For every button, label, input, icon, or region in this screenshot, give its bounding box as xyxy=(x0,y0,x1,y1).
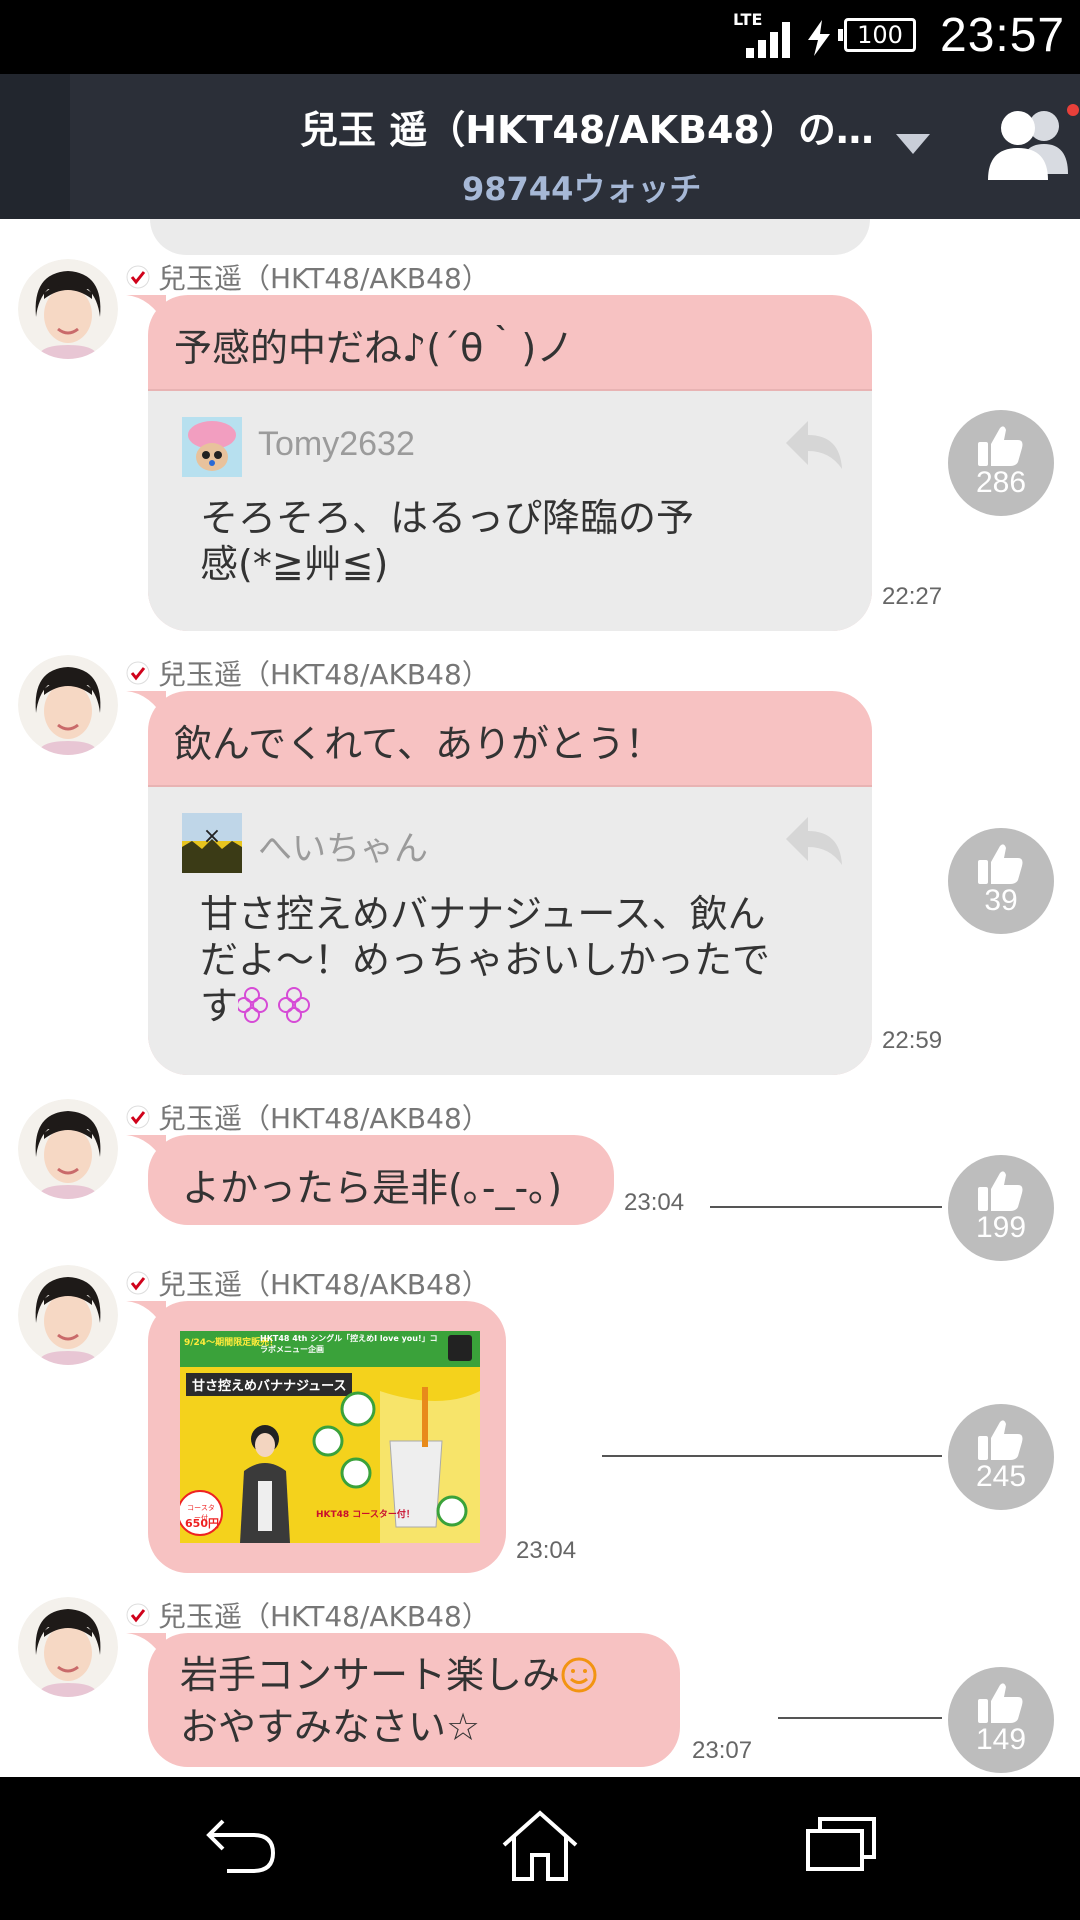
watch-count: 98744ウォッチ xyxy=(462,170,702,208)
sender-name: 兒玉遥（HKT48/AKB48） xyxy=(158,1268,490,1301)
divider xyxy=(148,785,872,787)
like-button[interactable]: 39 xyxy=(948,828,1054,934)
like-count: 245 xyxy=(975,1460,1027,1493)
sender-name: 兒玉遥（HKT48/AKB48） xyxy=(158,1102,490,1135)
sender-name-row: 兒玉遥（HKT48/AKB48） xyxy=(126,257,490,295)
charging-icon xyxy=(808,20,830,56)
divider-line xyxy=(778,1717,942,1719)
clock: 23:57 xyxy=(940,9,1066,62)
message-text: 飲んでくれて、ありがとう！ xyxy=(174,722,664,766)
reply-arrow-icon[interactable] xyxy=(786,421,844,469)
divider xyxy=(148,389,872,391)
friends-icon[interactable] xyxy=(984,104,1080,184)
like-count: 149 xyxy=(975,1723,1027,1756)
reply-user-name: Tomy2632 xyxy=(258,425,415,463)
timestamp: 23:04 xyxy=(516,1537,577,1564)
message-text: よかったら是非(｡-_-｡) xyxy=(182,1166,563,1210)
reply-text: 甘さ控えめバナナジュース、飲ん だよ～！めっちゃおいしかったで す xyxy=(200,892,771,1028)
timestamp: 23:07 xyxy=(692,1737,753,1764)
reply-arrow-icon[interactable] xyxy=(786,817,844,865)
verified-check-icon xyxy=(126,1271,150,1295)
avatar[interactable] xyxy=(18,655,118,755)
sender-name-row: 兒玉遥（HKT48/AKB48） xyxy=(126,653,490,691)
like-button[interactable]: 199 xyxy=(948,1155,1054,1261)
timestamp: 23:04 xyxy=(624,1189,685,1216)
back-icon[interactable] xyxy=(205,1815,277,1875)
coaster-note: HKT48 コースター付！ xyxy=(316,1510,415,1520)
signal-icon xyxy=(746,22,790,58)
thumbs-up-icon xyxy=(978,1171,1023,1211)
status-bar: LTE 100 23:57 xyxy=(0,0,1080,74)
divider-line xyxy=(710,1206,942,1208)
reply-text: そろそろ、はるっぴ降臨の予 感(*≧艸≦) xyxy=(200,496,695,586)
avatar[interactable] xyxy=(18,1099,118,1199)
thumbs-up-icon xyxy=(978,426,1023,466)
timestamp: 22:27 xyxy=(882,583,943,610)
sender-name: 兒玉遥（HKT48/AKB48） xyxy=(158,262,490,295)
thumbs-up-icon xyxy=(978,1683,1023,1723)
reply-user-avatar xyxy=(182,417,242,477)
avatar[interactable] xyxy=(18,1265,118,1365)
recent-apps-icon[interactable] xyxy=(806,1815,876,1871)
home-icon[interactable] xyxy=(500,1809,580,1881)
verified-check-icon xyxy=(126,265,150,289)
message-bubble[interactable]: 9/24～期間限定販売！ HKT48 4th シングル「控えめI love yo… xyxy=(148,1301,506,1573)
like-button[interactable]: 286 xyxy=(948,410,1054,516)
sender-name-row: 兒玉遥（HKT48/AKB48） xyxy=(126,1097,490,1135)
avatar[interactable] xyxy=(18,259,118,359)
previous-bubble xyxy=(150,219,870,255)
chevron-down-icon[interactable] xyxy=(896,134,930,154)
avatar[interactable] xyxy=(18,1597,118,1697)
verified-check-icon xyxy=(126,661,150,685)
reply-user-avatar: × xyxy=(182,813,242,873)
message-bubble[interactable]: よかったら是非(｡-_-｡) xyxy=(148,1135,614,1225)
svg-text:×: × xyxy=(203,824,221,849)
promo-image[interactable]: 9/24～期間限定販売！ HKT48 4th シングル「控えめI love yo… xyxy=(180,1331,480,1543)
reply-user-name: へいちゃん xyxy=(258,829,428,869)
like-button[interactable]: 149 xyxy=(948,1667,1054,1773)
system-nav-bar xyxy=(0,1777,1080,1920)
page-title[interactable]: 兒玉 遥（HKT48/AKB48）の… xyxy=(300,99,874,154)
like-count: 199 xyxy=(975,1211,1027,1244)
like-count: 286 xyxy=(975,466,1027,499)
smiley-icon xyxy=(561,1657,597,1693)
flower-icon xyxy=(236,987,311,1023)
thumbs-up-icon xyxy=(978,1420,1023,1460)
message-text: 予感的中だね♪(´θ｀)ノ xyxy=(174,326,575,370)
message-feed[interactable]: 兒玉遥（HKT48/AKB48） 予感的中だね♪(´θ｀)ノ Tomy2632 xyxy=(0,219,1080,1777)
like-count: 39 xyxy=(984,884,1018,917)
message-text: 岩手コンサート楽しみ おやすみなさい☆ xyxy=(180,1649,598,1753)
drawer-handle[interactable] xyxy=(0,74,70,219)
sender-name: 兒玉遥（HKT48/AKB48） xyxy=(158,1600,490,1633)
price: 650円 xyxy=(185,1517,219,1530)
message-bubble[interactable]: 予感的中だね♪(´θ｀)ノ Tomy2632 そろそろ、はるっぴ降臨の予 感(*… xyxy=(148,295,872,631)
timestamp: 22:59 xyxy=(882,1027,943,1054)
quoted-reply[interactable]: × へいちゃん 甘さ控えめバナナジュース、飲ん だよ～！めっちゃおいしかったで … xyxy=(148,785,872,1075)
verified-check-icon xyxy=(126,1105,150,1129)
message-bubble[interactable]: 飲んでくれて、ありがとう！ × へいちゃん 甘さ控えめバナナジュース、飲ん だよ… xyxy=(148,691,872,1075)
verified-check-icon xyxy=(126,1603,150,1627)
battery-icon: 100 xyxy=(838,18,916,52)
sender-name-row: 兒玉遥（HKT48/AKB48） xyxy=(126,1263,490,1301)
quoted-reply[interactable]: Tomy2632 そろそろ、はるっぴ降臨の予 感(*≧艸≦) xyxy=(148,389,872,631)
thumbs-up-icon xyxy=(978,844,1023,884)
like-button[interactable]: 245 xyxy=(948,1404,1054,1510)
message-bubble[interactable]: 岩手コンサート楽しみ おやすみなさい☆ xyxy=(148,1633,680,1767)
app-header: 兒玉 遥（HKT48/AKB48）の… 98744ウォッチ xyxy=(0,74,1080,219)
sender-name: 兒玉遥（HKT48/AKB48） xyxy=(158,658,490,691)
sender-name-row: 兒玉遥（HKT48/AKB48） xyxy=(126,1595,490,1633)
divider-line xyxy=(602,1455,942,1457)
